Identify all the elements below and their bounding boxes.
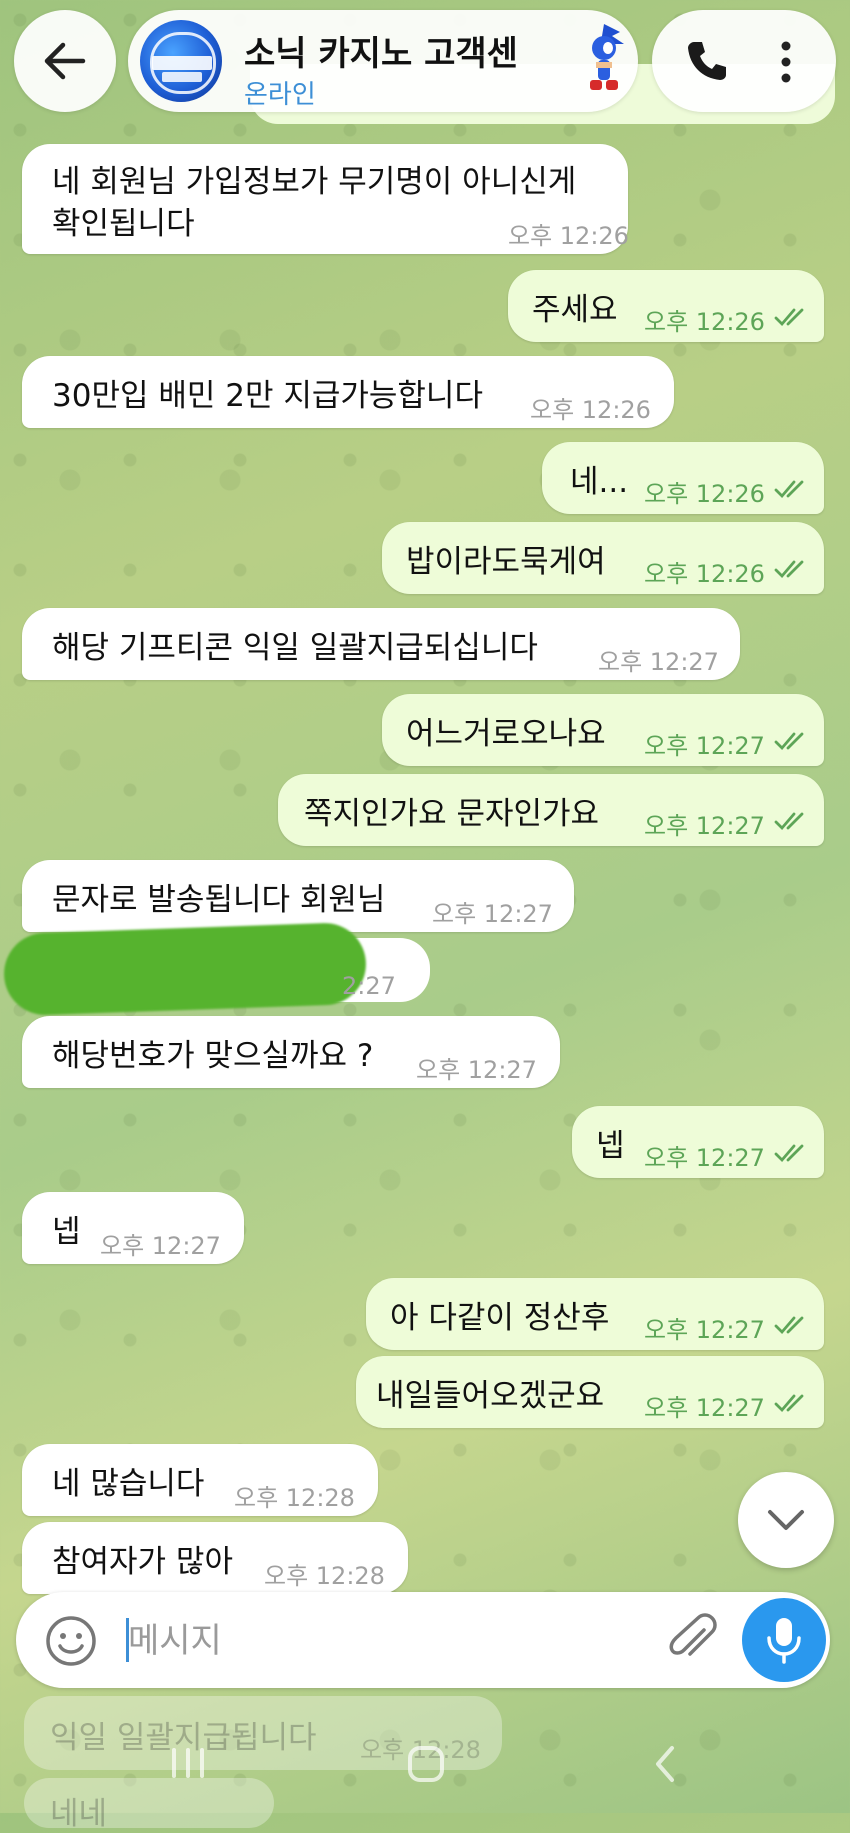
message-time: 오후 12:26 [530,396,651,424]
message-input[interactable] [126,1610,650,1672]
ghost-message-text: 네네 [50,1796,108,1832]
chat-header[interactable]: 소닉 카지노 고객센 온라인 [128,10,638,112]
sonic-emoji-icon [590,24,624,90]
message-time: 오후 12:27 [644,812,765,840]
message-time: 오후 12:26 [644,308,765,336]
double-check-icon [774,732,804,751]
message-text: 네 회원님 가입정보가 무기명이 아니신게 [52,164,577,200]
message-text: 네 많습니다 [52,1466,205,1502]
microphone-button[interactable] [742,1598,826,1682]
chat-title: 소닉 카지노 고객센 [244,34,518,74]
message-text: 내일들어오겠군요 [376,1378,605,1414]
message-text: 밥이라도묵게여 [406,544,606,580]
message-composer [16,1592,830,1688]
message-text: 쪽지인가요 문자인가요 [304,796,600,832]
message-text: 어느거로오나요 [406,716,606,752]
message-time: 오후 12:27 [644,1394,765,1422]
message-text: 문자로 발송됩니다 회원님 [52,882,386,918]
chevron-down-icon [768,1510,804,1530]
emoji-icon[interactable] [44,1614,98,1668]
message-text: 네... [570,464,629,500]
message-time: 2:27 [342,972,396,1000]
message-incoming[interactable]: 문자로 발송됩니다 회원님 오후 12:27 [22,860,574,932]
message-incoming[interactable]: 네 회원님 가입정보가 무기명이 아니신게 확인됩니다 오후 12:26 [22,144,629,254]
message-incoming[interactable]: 네 많습니다 오후 12:28 [22,1444,378,1516]
microphone-icon [767,1618,801,1664]
message-text: 해당번호가 맞으실까요 ? [52,1038,374,1074]
message-time: 오후 12:28 [234,1484,355,1512]
online-status: 온라인 [244,80,316,110]
message-outgoing[interactable]: 네... 오후 12:26 [542,442,824,514]
message-incoming[interactable]: 넵 오후 12:27 [22,1192,244,1264]
message-text: 30만입 배민 2만 지급가능합니다 [52,378,483,414]
message-incoming[interactable]: 해당 기프티콘 익일 일괄지급되십니다 오후 12:27 [22,608,740,680]
double-check-icon [774,812,804,831]
message-outgoing[interactable]: 넵 오후 12:27 [572,1106,824,1178]
message-time: 오후 12:27 [432,900,553,928]
phone-icon[interactable] [682,36,732,86]
message-time: 오후 12:27 [644,1316,765,1344]
message-time: 오후 12:27 [100,1232,221,1260]
message-time: 오후 12:27 [644,1144,765,1172]
arrow-left-icon [44,42,86,80]
double-check-icon [774,560,804,579]
double-check-icon [774,1394,804,1413]
double-check-icon [774,480,804,499]
message-outgoing[interactable]: 쪽지인가요 문자인가요 오후 12:27 [278,774,824,846]
message-text: 주세요 [532,292,618,328]
redaction-scribble [2,921,368,1017]
message-outgoing[interactable]: 어느거로오나요 오후 12:27 [382,694,824,766]
message-outgoing[interactable]: 내일들어오겠군요 오후 12:27 [356,1356,824,1428]
message-text-line2: 확인됩니다 [52,206,195,242]
avatar [140,20,222,102]
double-check-icon [774,308,804,327]
message-time: 오후 12:27 [644,732,765,760]
message-time: 오후 12:26 [508,222,629,250]
message-outgoing[interactable]: 아 다같이 정산후 오후 12:27 [366,1278,824,1350]
message-time: 오후 12:27 [416,1056,537,1084]
double-check-icon [774,1144,804,1163]
recent-apps-icon[interactable] [168,1746,208,1780]
message-outgoing[interactable]: 밥이라도묵게여 오후 12:26 [382,522,824,594]
back-button[interactable] [14,10,116,112]
message-time: 오후 12:27 [598,648,719,676]
message-outgoing[interactable]: 주세요 오후 12:26 [508,270,824,342]
home-icon[interactable] [406,1744,446,1784]
message-text: 해당 기프티콘 익일 일괄지급되십니다 [52,630,538,666]
more-vertical-icon[interactable] [776,40,796,84]
message-text: 아 다같이 정산후 [390,1300,610,1336]
message-time: 오후 12:26 [644,480,765,508]
message-time: 오후 12:26 [644,560,765,588]
message-incoming[interactable]: 해당번호가 맞으실까요 ? 오후 12:27 [22,1016,560,1088]
message-text: 넵 [52,1214,81,1250]
message-text: 넵 [596,1128,625,1164]
double-check-icon [774,1316,804,1335]
message-incoming[interactable]: 30만입 배민 2만 지급가능합니다 오후 12:26 [22,356,674,428]
back-nav-icon[interactable] [650,1744,680,1784]
paperclip-icon[interactable] [664,1612,720,1668]
scroll-to-bottom-button[interactable] [738,1472,834,1568]
header-actions [652,10,836,112]
message-text: 참여자가 많아 [52,1544,233,1580]
message-incoming[interactable]: 참여자가 많아 오후 12:28 [22,1522,408,1594]
message-time: 오후 12:28 [264,1562,385,1590]
